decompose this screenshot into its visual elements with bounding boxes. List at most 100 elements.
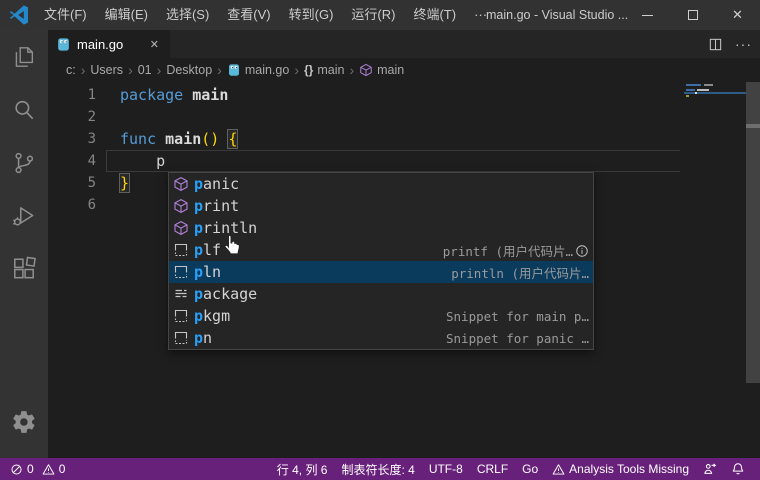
status-bar: 0 0 行 4, 列 6制表符长度: 4UTF-8CRLFGoAnalysis … bbox=[0, 458, 760, 480]
code-text: p bbox=[96, 150, 165, 172]
keyword-icon bbox=[173, 286, 189, 302]
suggest-item-package[interactable]: package bbox=[169, 283, 593, 305]
status-encoding[interactable]: UTF-8 bbox=[422, 458, 470, 480]
split-editor-icon[interactable] bbox=[708, 37, 723, 52]
suggest-item-pln[interactable]: plnprintln (用户代码片… bbox=[169, 261, 593, 283]
snippet-icon bbox=[173, 242, 189, 258]
suggest-widget: panic print printlnplfprintf (用户代码片…plnpri… bbox=[168, 172, 594, 350]
status-analysis-tools-missing[interactable]: Analysis Tools Missing bbox=[545, 458, 696, 480]
minimize-button[interactable] bbox=[625, 0, 670, 30]
maximize-button[interactable] bbox=[670, 0, 715, 30]
status-cursor-position[interactable]: 行 4, 列 6 bbox=[270, 458, 335, 480]
menu-item-6[interactable]: 终端(T) bbox=[404, 0, 465, 30]
suggest-label: pn bbox=[194, 329, 212, 347]
menu-item-4[interactable]: 转到(G) bbox=[280, 0, 343, 30]
code-line-current[interactable]: 4 p bbox=[48, 150, 760, 172]
editor-more-actions-icon[interactable]: ··· bbox=[735, 30, 752, 58]
suggest-item-pn[interactable]: pn Snippet for panic … bbox=[169, 327, 593, 349]
window-title: main.go - Visual Studio ... bbox=[486, 0, 636, 30]
status-notifications[interactable] bbox=[724, 458, 752, 480]
problems-status[interactable]: 0 0 bbox=[8, 458, 67, 480]
snippet-icon bbox=[173, 308, 189, 324]
explorer-icon bbox=[11, 44, 37, 70]
breadcrumb-separator: › bbox=[77, 62, 90, 78]
suggest-item-panic[interactable]: panic bbox=[169, 173, 593, 195]
code-text bbox=[96, 106, 120, 128]
bell-icon bbox=[731, 462, 745, 476]
titlebar: 文件(F)编辑(E)选择(S)查看(V)转到(G)运行(R)终端(T)··· m… bbox=[0, 0, 760, 30]
close-icon: ✕ bbox=[732, 7, 743, 23]
suggest-label: panic bbox=[194, 175, 239, 193]
symbol-cube-icon bbox=[359, 63, 373, 77]
breadcrumb-item-main[interactable]: main bbox=[358, 63, 405, 77]
suggest-label: print bbox=[194, 197, 239, 215]
scrollbar-cursor-mark bbox=[746, 124, 760, 128]
breadcrumb-separator: › bbox=[345, 62, 358, 78]
breadcrumb-item-desktop[interactable]: Desktop bbox=[165, 63, 213, 77]
suggest-item-pkgm[interactable]: pkgmSnippet for main p… bbox=[169, 305, 593, 327]
suggest-label: pkgm bbox=[194, 307, 230, 325]
suggest-item-print[interactable]: print bbox=[169, 195, 593, 217]
close-button[interactable]: ✕ bbox=[715, 0, 760, 30]
tab-main-go[interactable]: main.go ✕ bbox=[48, 30, 170, 58]
code-text: } bbox=[96, 172, 129, 194]
activitybar-explorer[interactable] bbox=[0, 30, 48, 83]
code-text: package main bbox=[96, 84, 228, 106]
extensions-icon bbox=[11, 256, 37, 282]
warning-icon bbox=[552, 463, 565, 476]
suggest-detail: printf (用户代码片… bbox=[443, 241, 573, 260]
activitybar-search[interactable] bbox=[0, 83, 48, 136]
breadcrumb-item-c[interactable]: c: bbox=[65, 63, 77, 77]
suggest-item-println[interactable]: println bbox=[169, 217, 593, 239]
breadcrumb-separator: › bbox=[153, 62, 166, 78]
error-count: 0 bbox=[27, 462, 34, 476]
breadcrumb: c:›Users›01›Desktop›main.go›{}main›main bbox=[48, 58, 760, 82]
minimize-icon bbox=[642, 15, 653, 16]
warning-count: 0 bbox=[59, 462, 66, 476]
menu-item-5[interactable]: 运行(R) bbox=[342, 0, 404, 30]
activitybar-extensions[interactable] bbox=[0, 242, 48, 295]
activitybar-run-debug[interactable] bbox=[0, 189, 48, 242]
code-line[interactable]: 2 bbox=[48, 106, 760, 128]
breadcrumb-item-maingo[interactable]: main.go bbox=[226, 63, 290, 77]
tab-close-icon[interactable]: ✕ bbox=[147, 37, 162, 52]
code-line[interactable]: 1package main bbox=[48, 84, 760, 106]
status-feedback[interactable] bbox=[696, 458, 724, 480]
tab-label: main.go bbox=[77, 37, 123, 52]
braces-icon: {} bbox=[304, 63, 313, 77]
line-number: 2 bbox=[48, 106, 96, 128]
source-control-icon bbox=[11, 150, 37, 176]
go-file-icon bbox=[227, 63, 241, 77]
info-icon[interactable] bbox=[575, 243, 589, 257]
breadcrumb-item-main[interactable]: {}main bbox=[303, 63, 345, 77]
function-icon bbox=[173, 198, 189, 214]
activitybar-source-control[interactable] bbox=[0, 136, 48, 189]
snippet-icon bbox=[173, 264, 189, 280]
status-language-mode[interactable]: Go bbox=[515, 458, 545, 480]
window-controls: ✕ bbox=[625, 0, 760, 30]
vscode-window: 文件(F)编辑(E)选择(S)查看(V)转到(G)运行(R)终端(T) ··· m… bbox=[0, 0, 760, 480]
status-eol[interactable]: CRLF bbox=[470, 458, 515, 480]
menu-item-0[interactable]: 文件(F) bbox=[35, 0, 96, 30]
breadcrumb-separator: › bbox=[124, 62, 137, 78]
breadcrumb-item-01[interactable]: 01 bbox=[137, 63, 153, 77]
run-debug-icon bbox=[11, 203, 37, 229]
breadcrumb-item-users[interactable]: Users bbox=[89, 63, 124, 77]
menu-item-1[interactable]: 编辑(E) bbox=[96, 0, 157, 30]
suggest-detail: Snippet for panic … bbox=[446, 331, 589, 346]
menu-item-2[interactable]: 选择(S) bbox=[157, 0, 218, 30]
suggest-detail: println (用户代码片… bbox=[451, 263, 589, 282]
maximize-icon bbox=[688, 10, 698, 20]
search-icon bbox=[11, 97, 37, 123]
status-tab-size[interactable]: 制表符长度: 4 bbox=[334, 458, 421, 480]
suggest-label: package bbox=[194, 285, 257, 303]
code-line[interactable]: 3func main() { bbox=[48, 128, 760, 150]
activitybar-settings-gear[interactable] bbox=[0, 395, 48, 448]
line-number: 1 bbox=[48, 84, 96, 106]
settings-gear-icon bbox=[11, 409, 37, 435]
suggest-item-plf[interactable]: plfprintf (用户代码片… bbox=[169, 239, 593, 261]
feedback-icon bbox=[703, 462, 717, 476]
scrollbar[interactable] bbox=[746, 82, 760, 383]
line-number: 4 bbox=[48, 150, 96, 172]
menu-item-3[interactable]: 查看(V) bbox=[218, 0, 279, 30]
